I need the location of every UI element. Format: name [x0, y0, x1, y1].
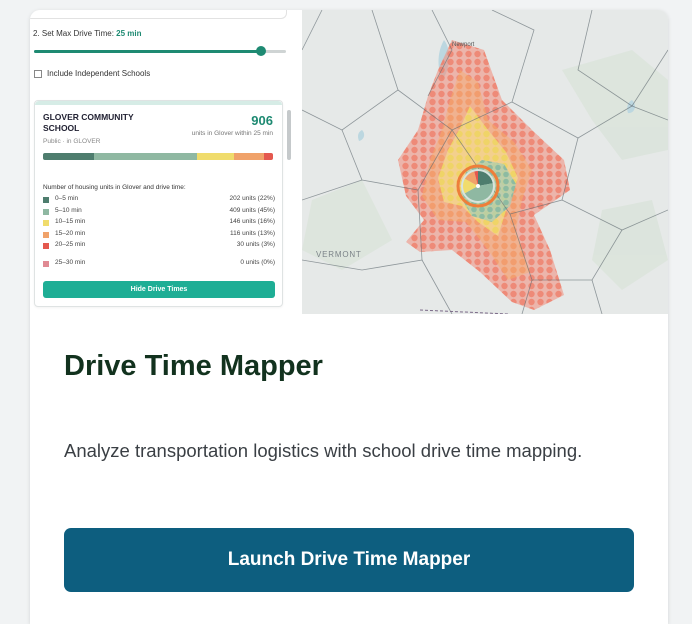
stacked-bar-segment [263, 153, 273, 160]
school-card-accent [35, 101, 282, 105]
drive-time-map[interactable]: VERMONT Newport [302, 10, 668, 314]
independent-schools-label: Include Independent Schools [47, 69, 151, 78]
drive-time-stacked-bar [43, 153, 273, 160]
drive-time-legend: 0–5 min 202 units (22%) 5–10 min 409 units … [43, 195, 275, 270]
legend-label: 10–15 min [55, 218, 86, 225]
card-description: Analyze transportation logistics with sc… [64, 440, 583, 461]
legend-amount: 146 units (16%) [229, 218, 275, 225]
drive-time-slider-fill [34, 50, 261, 53]
stacked-bar-segment [93, 153, 198, 160]
legend-item: 25–30 min 0 units (0%) [43, 259, 275, 271]
legend-amount: 0 units (0%) [240, 258, 275, 266]
step-label-prefix: 2. Set Max Drive Time: [33, 29, 117, 38]
launch-drive-time-mapper-button[interactable]: Launch Drive Time Mapper [64, 528, 634, 592]
max-drive-time-label: 2. Set Max Drive Time: 25 min [33, 29, 141, 38]
legend-label: 25–30 min [55, 258, 86, 266]
stacked-bar-segment [233, 153, 264, 160]
step-value: 25 min [116, 29, 142, 38]
legend-label: 0–5 min [55, 195, 79, 202]
drive-time-slider-thumb[interactable] [255, 46, 266, 56]
legend-item: 5–10 min 409 units (45%) [43, 207, 275, 219]
legend-swatch [43, 231, 49, 238]
independent-schools-option[interactable]: Include Independent Schools [34, 69, 150, 78]
legend-item: 10–15 min 146 units (16%) [43, 218, 275, 230]
hide-drive-times-button[interactable]: Hide Drive Times [43, 281, 275, 298]
school-unit-count-label: units in Glover within 25 min [191, 130, 273, 137]
map-label-state: VERMONT [316, 250, 362, 259]
school-name: GLOVER COMMUNITY SCHOOL [43, 112, 134, 133]
legend-label: 5–10 min [55, 206, 82, 214]
legend-item: 0–5 min 202 units (22%) [43, 195, 275, 207]
tool-card: 2. Set Max Drive Time: 25 min Include In… [30, 10, 668, 624]
drive-time-control-panel: 2. Set Max Drive Time: 25 min Include In… [30, 10, 302, 314]
legend-label: 15–20 min [55, 229, 86, 237]
legend-item: 15–20 min 116 units (13%) [43, 230, 275, 242]
legend-swatch [43, 220, 49, 226]
school-marker[interactable] [456, 164, 500, 208]
legend-item: 20–25 min 30 units (3%) [43, 241, 275, 253]
legend-amount: 409 units (45%) [229, 206, 275, 214]
drive-time-slider-track[interactable] [34, 50, 286, 53]
tool-preview-image: 2. Set Max Drive Time: 25 min Include In… [30, 10, 668, 314]
panel-top-section [30, 10, 287, 19]
stacked-bar-segment [197, 153, 234, 160]
legend-swatch [43, 197, 49, 203]
legend-swatch [43, 243, 49, 249]
panel-scrollbar[interactable] [287, 110, 291, 160]
school-unit-count: 906 [251, 113, 273, 128]
school-subtitle: Public · in GLOVER [43, 138, 101, 145]
school-summary-card: GLOVER COMMUNITY SCHOOL Public · in GLOV… [34, 100, 283, 307]
map-label-town: Newport [452, 42, 475, 48]
legend-amount: 202 units (22%) [229, 195, 275, 202]
school-marker-center [476, 184, 480, 188]
legend-label: 20–25 min [55, 241, 86, 248]
independent-schools-checkbox[interactable] [34, 69, 42, 78]
stacked-bar-segment [43, 153, 94, 160]
card-title: Drive Time Mapper [64, 350, 323, 382]
legend-amount: 116 units (13%) [229, 229, 275, 237]
legend-amount: 30 units (3%) [236, 241, 275, 248]
legend-swatch [43, 208, 49, 215]
legend-title: Number of housing units in Glover and dr… [43, 184, 186, 191]
legend-swatch [43, 260, 49, 267]
